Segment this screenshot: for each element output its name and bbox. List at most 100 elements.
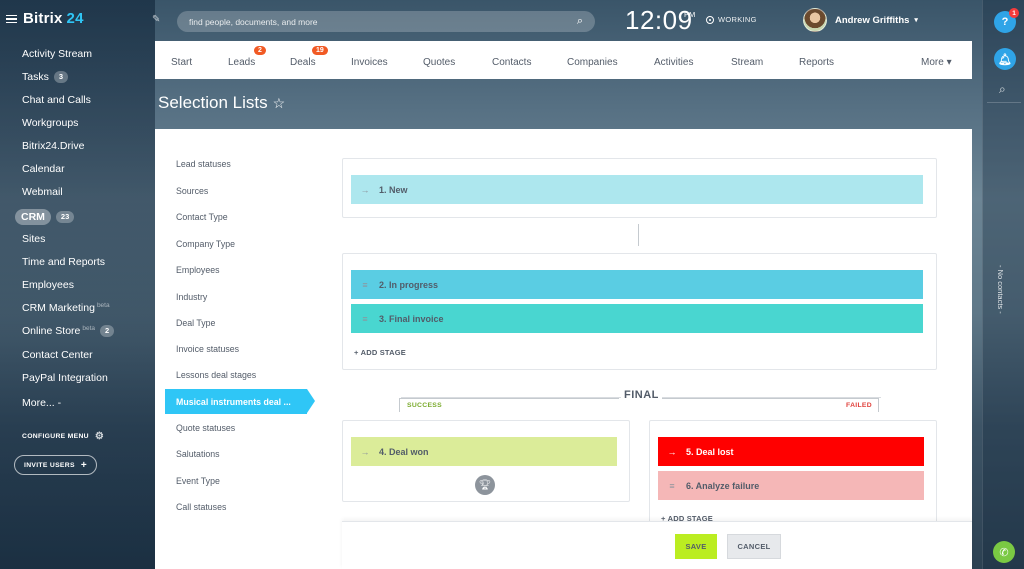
deals-counter-badge: 19 <box>312 46 328 55</box>
sidebar-item-contact-center[interactable]: Contact Center <box>22 349 93 361</box>
footer-bar: SAVE CANCEL <box>342 521 972 569</box>
add-stage-button[interactable]: + ADD STAGE <box>354 348 406 357</box>
list-item-employees[interactable]: Employees <box>176 265 220 275</box>
work-status[interactable]: WORKING <box>706 15 757 24</box>
list-item-call-statuses[interactable]: Call statuses <box>176 502 226 512</box>
list-item-lessons-deal-stages[interactable]: Lessons deal stages <box>176 370 256 380</box>
menu-item-invoices[interactable]: Invoices <box>351 57 388 68</box>
menu-item-leads[interactable]: Leads <box>228 57 255 68</box>
list-item-industry[interactable]: Industry <box>176 292 207 302</box>
failed-label: FAILED <box>846 402 872 409</box>
user-name: Andrew Griffiths <box>835 14 910 26</box>
leads-counter-badge: 2 <box>254 46 266 55</box>
clock-suffix: PM <box>684 10 696 19</box>
cancel-button[interactable]: CANCEL <box>727 534 781 559</box>
chevron-down-icon: ▾ <box>914 17 918 24</box>
contact-search-icon[interactable]: ⌕ <box>999 82 1006 97</box>
sidebar-item-employees[interactable]: Employees <box>22 279 74 291</box>
sidebar-item-workgroups[interactable]: Workgroups <box>22 117 78 129</box>
menu-item-more[interactable]: More ▾ <box>921 57 952 68</box>
crm-menu: Start Leads 2 Deals 19 Invoices Quotes C… <box>155 41 972 79</box>
sidebar-item-paypal[interactable]: PayPal Integration <box>22 372 108 384</box>
sidebar-item-drive[interactable]: Bitrix24.Drive <box>22 140 84 152</box>
search-input[interactable]: find people, documents, and more ⌕ <box>177 11 595 32</box>
star-icon[interactable]: ☆ <box>273 95 286 112</box>
save-button[interactable]: SAVE <box>675 534 717 559</box>
list-item-salutations[interactable]: Salutations <box>176 449 220 459</box>
stage-in-progress[interactable]: ≡ 2. In progress <box>351 270 923 299</box>
menu-item-start[interactable]: Start <box>171 57 192 68</box>
success-label: SUCCESS <box>407 402 442 409</box>
sidebar-item-more[interactable]: More... - <box>22 397 61 409</box>
chevron-down-icon: ▾ <box>946 57 952 68</box>
list-item-lead-statuses[interactable]: Lead statuses <box>176 159 231 169</box>
no-contacts-label: - No contacts - <box>996 265 1005 314</box>
sidebar-item-crm-marketing[interactable]: CRM Marketing beta <box>22 302 110 314</box>
search-placeholder: find people, documents, and more <box>189 16 318 27</box>
store-counter-badge: 2 <box>100 325 115 337</box>
list-item-invoice-statuses[interactable]: Invoice statuses <box>176 344 239 354</box>
sidebar-item-calendar[interactable]: Calendar <box>22 163 65 175</box>
sidebar-item-activity-stream[interactable]: Activity Stream <box>22 48 92 60</box>
sidebar-item-chat[interactable]: Chat and Calls <box>22 94 91 106</box>
list-item-quote-statuses[interactable]: Quote statuses <box>176 423 235 433</box>
stage-new[interactable]: → 1. New <box>351 175 923 204</box>
tasks-counter-badge: 3 <box>53 71 69 83</box>
menu-item-deals[interactable]: Deals <box>290 57 316 68</box>
work-area: Lead statuses Sources Contact Type Compa… <box>155 129 972 569</box>
menu-item-activities[interactable]: Activities <box>654 57 693 68</box>
connector-line <box>638 224 639 246</box>
sidebar-item-tasks[interactable]: Tasks 3 <box>22 71 69 83</box>
drag-handle-icon[interactable]: ≡ <box>360 280 370 290</box>
crm-counter-badge: 23 <box>55 211 75 223</box>
list-item-event-type[interactable]: Event Type <box>176 476 220 486</box>
gear-icon: ⚙ <box>94 431 105 442</box>
list-item-musical-instruments-active[interactable]: Musical instruments deal ... <box>165 389 315 414</box>
left-sidebar: Bitrix 24 Activity Stream Tasks 3 Chat and… <box>0 0 155 569</box>
stage-deal-lost[interactable]: → 5. Deal lost <box>658 437 924 466</box>
stage-deal-won[interactable]: → 4. Deal won <box>351 437 617 466</box>
menu-item-contacts[interactable]: Contacts <box>492 57 531 68</box>
initial-stage-section: → 1. New <box>342 158 937 218</box>
sidebar-item-crm[interactable]: CRM 23 <box>15 209 75 225</box>
search-icon[interactable]: ⌕ <box>577 15 583 28</box>
stage-final-invoice[interactable]: ≡ 3. Final invoice <box>351 304 923 333</box>
list-item-deal-type[interactable]: Deal Type <box>176 318 215 328</box>
clock-time[interactable]: 12:09 <box>625 5 693 36</box>
drag-handle-icon[interactable]: ≡ <box>360 314 370 324</box>
stage-analyze-failure[interactable]: ≡ 6. Analyze failure <box>658 471 924 500</box>
logo[interactable]: Bitrix 24 <box>6 10 84 27</box>
arrow-right-icon: → <box>667 446 677 457</box>
menu-item-stream[interactable]: Stream <box>731 57 763 68</box>
sidebar-item-online-store[interactable]: Online Store beta 2 <box>22 325 115 337</box>
sidebar-item-sites[interactable]: Sites <box>22 233 45 245</box>
arrow-right-icon: → <box>360 184 370 195</box>
final-label: FINAL <box>621 389 662 401</box>
arrow-right-icon: → <box>360 446 370 457</box>
list-item-sources[interactable]: Sources <box>176 186 208 196</box>
bell-icon[interactable]: 🔔︎ <box>994 48 1016 70</box>
avatar <box>803 8 827 32</box>
drag-handle-icon[interactable]: ≡ <box>667 481 677 491</box>
phone-icon[interactable]: ✆ <box>993 541 1015 563</box>
in-progress-section: ≡ 2. In progress ≡ 3. Final invoice + ADD … <box>342 253 937 370</box>
help-notification-badge: 1 <box>1009 8 1019 18</box>
status-dot-icon <box>706 15 714 24</box>
menu-burger-icon[interactable] <box>6 14 18 24</box>
logo-text: Bitrix 24 <box>23 10 84 27</box>
plus-icon: + <box>80 459 87 471</box>
pencil-icon[interactable]: ✎ <box>152 14 160 25</box>
rail-divider <box>987 102 1021 103</box>
user-menu[interactable]: Andrew Griffiths ▾ <box>803 8 918 32</box>
list-item-company-type[interactable]: Company Type <box>176 239 235 249</box>
trophy-icon: 🏆︎ <box>475 475 495 495</box>
list-item-contact-type[interactable]: Contact Type <box>176 212 228 222</box>
sidebar-item-time-reports[interactable]: Time and Reports <box>22 256 105 268</box>
configure-menu-button[interactable]: CONFIGURE MENU ⚙ <box>22 431 104 442</box>
menu-item-quotes[interactable]: Quotes <box>423 57 455 68</box>
sidebar-item-webmail[interactable]: Webmail <box>22 186 63 198</box>
menu-item-reports[interactable]: Reports <box>799 57 834 68</box>
page-title: Selection Lists ☆ <box>158 93 286 112</box>
menu-item-companies[interactable]: Companies <box>567 57 618 68</box>
invite-users-button[interactable]: INVITE USERS + <box>14 455 97 475</box>
